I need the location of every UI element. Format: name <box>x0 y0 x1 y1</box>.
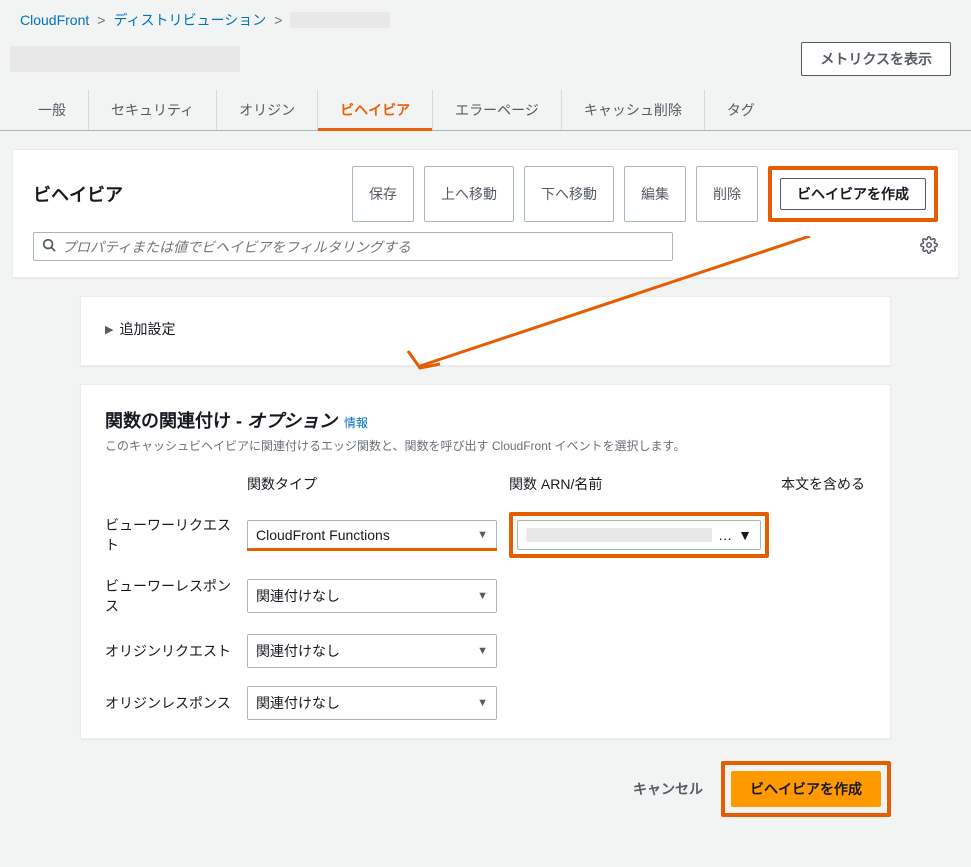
search-input-wrapper[interactable] <box>33 232 673 261</box>
caret-down-icon: ▼ <box>477 645 488 657</box>
col-header-arn: 関数 ARN/名前 <box>509 474 769 494</box>
move-down-button[interactable]: 下へ移動 <box>524 166 614 222</box>
breadcrumb-distributions[interactable]: ディストリビューション <box>113 10 266 30</box>
additional-settings-card: ▶ 追加設定 <box>80 296 891 366</box>
tab-security[interactable]: セキュリティ <box>89 90 217 130</box>
tab-behavior[interactable]: ビヘイビア <box>318 90 433 130</box>
save-button[interactable]: 保存 <box>352 166 414 222</box>
section-description: このキャッシュビヘイビアに関連付けるエッジ関数と、関数を呼び出す CloudFr… <box>105 437 866 454</box>
row-label-origin-request: オリジンリクエスト <box>105 641 235 661</box>
chevron-right-icon: > <box>274 12 282 28</box>
viewer-request-type-select[interactable]: CloudFront Functions ▼ <box>247 520 497 550</box>
search-icon <box>42 238 56 255</box>
create-behavior-button[interactable]: ビヘイビアを作成 <box>780 178 926 210</box>
origin-response-type-select[interactable]: 関連付けなし ▼ <box>247 686 497 720</box>
gear-icon[interactable] <box>920 236 938 257</box>
annotation-highlight-create-footer: ビヘイビアを作成 <box>721 761 891 817</box>
caret-right-icon: ▶ <box>105 323 113 336</box>
viewer-response-type-select[interactable]: 関連付けなし ▼ <box>247 579 497 613</box>
show-metrics-button[interactable]: メトリクスを表示 <box>801 42 951 76</box>
breadcrumb: CloudFront > ディストリビューション > <box>0 0 971 34</box>
page-title-redacted <box>10 46 240 72</box>
tabs: 一般 セキュリティ オリジン ビヘイビア エラーページ キャッシュ削除 タグ <box>0 90 971 131</box>
move-up-button[interactable]: 上へ移動 <box>424 166 514 222</box>
arn-suffix: … <box>718 527 732 543</box>
section-title: 関数の関連付け - オプション 情報 <box>105 407 866 433</box>
annotation-highlight-create: ビヘイビアを作成 <box>768 166 938 222</box>
tab-error[interactable]: エラーページ <box>433 90 562 130</box>
annotation-highlight-arn: … ▼ <box>509 512 769 558</box>
tab-general[interactable]: 一般 <box>20 90 89 130</box>
chevron-right-icon: > <box>97 12 105 28</box>
caret-down-icon: ▼ <box>738 527 752 543</box>
caret-down-icon: ▼ <box>477 590 488 602</box>
caret-down-icon: ▼ <box>477 529 488 541</box>
row-label-origin-response: オリジンレスポンス <box>105 693 235 713</box>
tab-invalidation[interactable]: キャッシュ削除 <box>562 90 705 130</box>
tab-tags[interactable]: タグ <box>705 90 777 130</box>
row-label-viewer-request: ビューワーリクエスト <box>105 515 235 555</box>
breadcrumb-root[interactable]: CloudFront <box>20 12 89 28</box>
additional-settings-toggle[interactable]: ▶ 追加設定 <box>105 315 866 347</box>
breadcrumb-current-redacted <box>290 12 390 28</box>
info-link[interactable]: 情報 <box>344 416 368 430</box>
footer-actions: キャンセル ビヘイビアを作成 <box>80 761 891 817</box>
tab-origin[interactable]: オリジン <box>217 90 318 130</box>
behavior-filter-input[interactable] <box>62 239 664 255</box>
col-header-type: 関数タイプ <box>247 474 497 494</box>
arn-value-redacted <box>526 528 712 542</box>
panel-title: ビヘイビア <box>33 181 123 207</box>
annotation-underline <box>247 548 497 551</box>
edit-button[interactable]: 編集 <box>624 166 686 222</box>
caret-down-icon: ▼ <box>477 697 488 709</box>
page-header: メトリクスを表示 <box>0 34 971 90</box>
viewer-request-arn-select[interactable]: … ▼ <box>517 520 761 550</box>
function-association-card: 関数の関連付け - オプション 情報 このキャッシュビヘイビアに関連付けるエッジ… <box>80 384 891 739</box>
row-label-viewer-response: ビューワーレスポンス <box>105 576 235 616</box>
additional-settings-label: 追加設定 <box>119 319 175 339</box>
col-header-body: 本文を含める <box>781 474 901 494</box>
behavior-panel: ビヘイビア 保存 上へ移動 下へ移動 編集 削除 ビヘイビアを作成 <box>12 149 959 278</box>
origin-request-type-select[interactable]: 関連付けなし ▼ <box>247 634 497 668</box>
delete-button[interactable]: 削除 <box>696 166 758 222</box>
cancel-link[interactable]: キャンセル <box>633 779 703 799</box>
create-behavior-submit-button[interactable]: ビヘイビアを作成 <box>731 771 881 807</box>
